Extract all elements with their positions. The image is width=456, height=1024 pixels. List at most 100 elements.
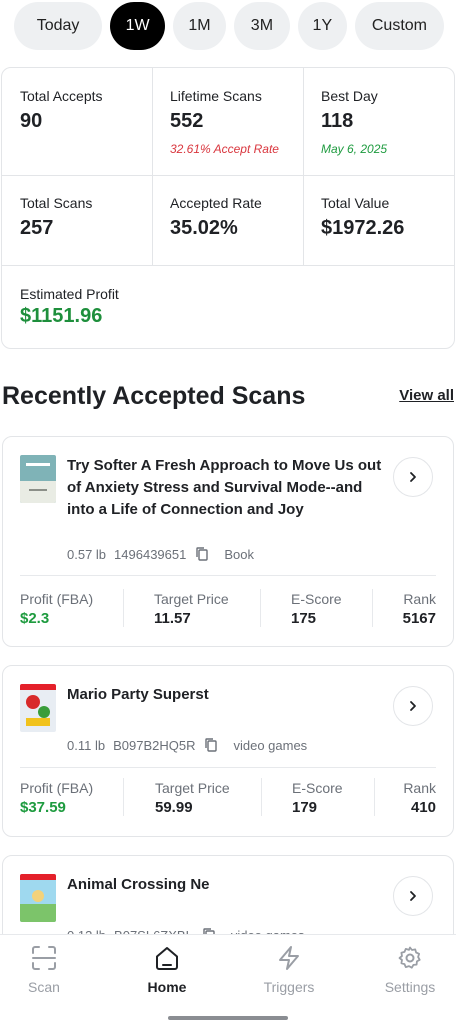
stat-lifetime-scans: Lifetime Scans 552 32.61% Accept Rate	[170, 88, 279, 156]
nav-home[interactable]: Home	[117, 945, 217, 995]
metric-label: Target Price	[155, 780, 230, 796]
tab-1w[interactable]: 1W	[110, 2, 166, 50]
scan-card[interactable]: Try Softer A Fresh Approach to Move Us o…	[2, 436, 454, 647]
nav-triggers[interactable]: Triggers	[239, 945, 339, 995]
metric-value: 410	[410, 799, 436, 816]
nav-label: Settings	[384, 979, 436, 995]
divider	[152, 68, 153, 265]
metric-value: 59.99	[155, 799, 193, 816]
tab-today[interactable]: Today	[14, 2, 103, 50]
stat-value: 552	[170, 110, 204, 132]
scan-title: Try Softer A Fresh Approach to Move Us o…	[67, 457, 382, 518]
scan-meta: 0.11 lb B097B2HQ5R video games	[67, 737, 307, 753]
metric-escore: E-Score 179	[292, 780, 343, 816]
tab-1y[interactable]: 1Y	[297, 2, 347, 50]
stat-total-value: Total Value $1972.26	[321, 195, 404, 240]
metric-target-price: Target Price 59.99	[155, 780, 230, 816]
stat-total-accepts: Total Accepts 90	[20, 88, 103, 133]
scan-id: B097B2HQ5R	[113, 737, 196, 753]
scan-icon	[32, 946, 56, 970]
stat-label: Best Day	[321, 88, 378, 104]
stat-accepted-rate: Accepted Rate 35.02%	[170, 195, 262, 240]
scan-title: Mario Party Superst	[67, 686, 209, 703]
period-selector: Today 1W 1M 3M 1Y Custom	[14, 2, 445, 50]
home-icon	[156, 947, 178, 970]
nav-label: Home	[147, 979, 187, 995]
stat-subtext: May 6, 2025	[321, 142, 388, 156]
metric-value: 5167	[402, 610, 436, 627]
tab-3m[interactable]: 3M	[233, 2, 290, 50]
stat-best-day: Best Day 118 May 6, 2025	[321, 88, 387, 156]
metric-profit: Profit (FBA) $2.3	[20, 591, 93, 627]
scan-id: 1496439651	[114, 546, 187, 562]
metric-target-price: Target Price 11.57	[154, 591, 229, 627]
divider	[2, 175, 454, 176]
gear-icon	[398, 946, 421, 969]
chevron-right-icon	[410, 891, 416, 901]
copy-icon[interactable]	[203, 737, 219, 753]
stat-value: 118	[321, 110, 354, 132]
metric-label: Rank	[403, 780, 436, 796]
stat-label: Total Accepts	[20, 88, 103, 104]
divider	[372, 589, 373, 627]
section-title: Recently Accepted Scans	[2, 382, 306, 410]
scan-meta: 0.57 lb 1496439651 Book	[67, 546, 254, 562]
nav-settings[interactable]: Settings	[360, 945, 456, 995]
nav-label: Triggers	[263, 979, 315, 995]
metric-value: $2.3	[20, 610, 50, 627]
divider	[123, 589, 124, 627]
scan-weight: 0.11 lb	[67, 737, 106, 753]
metric-value: $37.59	[20, 799, 66, 816]
bottom-nav: Scan Home Triggers Settings	[0, 934, 456, 1024]
divider	[260, 589, 261, 627]
stat-label: Total Value	[321, 195, 390, 211]
divider	[374, 778, 375, 816]
divider	[20, 575, 436, 576]
game-cover-thumbnail	[20, 684, 56, 732]
chevron-right-icon	[410, 472, 416, 482]
metric-label: Rank	[403, 591, 436, 607]
metric-label: Profit (FBA)	[20, 591, 94, 607]
metric-value: 175	[291, 610, 317, 627]
scan-card[interactable]: Mario Party Superst 0.11 lb B097B2HQ5R v…	[2, 665, 454, 837]
divider	[261, 778, 262, 816]
metric-value: 11.57	[154, 610, 191, 627]
view-all-link[interactable]: View all	[399, 387, 454, 404]
open-scan-button[interactable]	[393, 876, 433, 916]
stat-label: Accepted Rate	[170, 195, 262, 211]
stat-total-scans: Total Scans 257	[20, 195, 92, 240]
stat-subtext: 32.61% Accept Rate	[170, 142, 279, 156]
stat-value: 90	[20, 110, 43, 132]
stat-value: 257	[20, 217, 54, 239]
divider	[2, 265, 454, 266]
nav-scan[interactable]: Scan	[0, 945, 94, 995]
metric-label: Profit (FBA)	[20, 780, 94, 796]
game-cover-thumbnail	[20, 874, 56, 922]
metric-label: E-Score	[291, 591, 342, 607]
stat-value: $1972.26	[321, 217, 405, 239]
stat-label: Total Scans	[20, 195, 93, 211]
scan-title: Animal Crossing Ne	[67, 876, 210, 893]
open-scan-button[interactable]	[393, 686, 433, 726]
stat-label: Lifetime Scans	[170, 88, 262, 104]
open-scan-button[interactable]	[393, 457, 433, 497]
book-cover-thumbnail	[20, 455, 56, 503]
divider	[123, 778, 124, 816]
stat-estimated-profit: Estimated Profit $1151.96	[20, 286, 119, 328]
scan-category: Book	[224, 546, 254, 562]
tab-1m[interactable]: 1M	[173, 2, 226, 50]
stat-value: $1151.96	[20, 305, 103, 327]
metric-label: E-Score	[292, 780, 343, 796]
metric-profit: Profit (FBA) $37.59	[20, 780, 93, 816]
metric-escore: E-Score 175	[291, 591, 342, 627]
scan-weight: 0.57 lb	[67, 546, 107, 562]
divider	[303, 68, 304, 265]
metric-rank: Rank 5167	[403, 591, 436, 627]
home-indicator	[168, 1016, 288, 1020]
chevron-right-icon	[410, 701, 416, 711]
copy-icon[interactable]	[194, 546, 210, 562]
divider	[20, 767, 436, 768]
metric-rank: Rank 410	[403, 780, 436, 816]
tab-custom[interactable]: Custom	[354, 2, 445, 50]
nav-label: Scan	[28, 979, 60, 995]
